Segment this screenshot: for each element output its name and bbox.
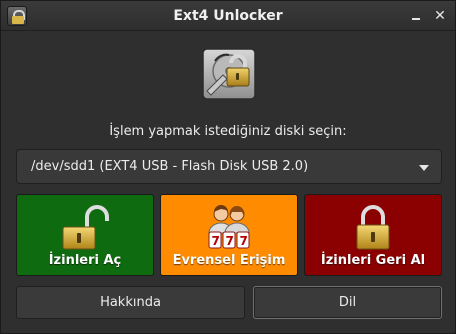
window-title: Ext4 Unlocker [173, 8, 283, 24]
badge-digit-2: 7 [226, 234, 234, 248]
unlocked-padlock-icon [57, 203, 113, 255]
close-icon[interactable]: ✕ [432, 8, 448, 24]
badge-digit-1: 7 [212, 234, 220, 248]
drive-with-padlock-icon [197, 41, 261, 105]
open-permissions-label: İzinleri Aç [48, 253, 122, 268]
badge-digit-3: 7 [240, 234, 248, 248]
disk-select-value: /dev/sdd1 (EXT4 USB - Flash Disk USB 2.0… [31, 159, 309, 174]
chevron-down-icon [419, 165, 429, 171]
open-permissions-button[interactable]: İzinleri Aç [16, 194, 154, 276]
universal-access-button[interactable]: 7 7 7 Evrensel Erişim [160, 194, 298, 276]
title-bar[interactable]: Ext4 Unlocker ✕ [1, 1, 455, 31]
minimize-icon[interactable] [408, 8, 424, 24]
users-icon: 7 7 7 [199, 203, 259, 255]
locked-padlock-icon [353, 203, 393, 255]
universal-access-label: Evrensel Erişim [172, 253, 286, 268]
disk-select-dropdown[interactable]: /dev/sdd1 (EXT4 USB - Flash Disk USB 2.0… [16, 149, 442, 184]
language-button[interactable]: Dil [253, 286, 442, 319]
revoke-permissions-label: İzinleri Geri Al [320, 253, 426, 268]
about-button[interactable]: Hakkında [16, 286, 245, 319]
revoke-permissions-button[interactable]: İzinleri Geri Al [304, 194, 442, 276]
disk-select-prompt: İşlem yapmak istediğiniz diski seçin: [109, 124, 347, 139]
ext4-unlocker-window: Ext4 Unlocker ✕ İşlem yapmak istediğiniz… [0, 0, 456, 334]
